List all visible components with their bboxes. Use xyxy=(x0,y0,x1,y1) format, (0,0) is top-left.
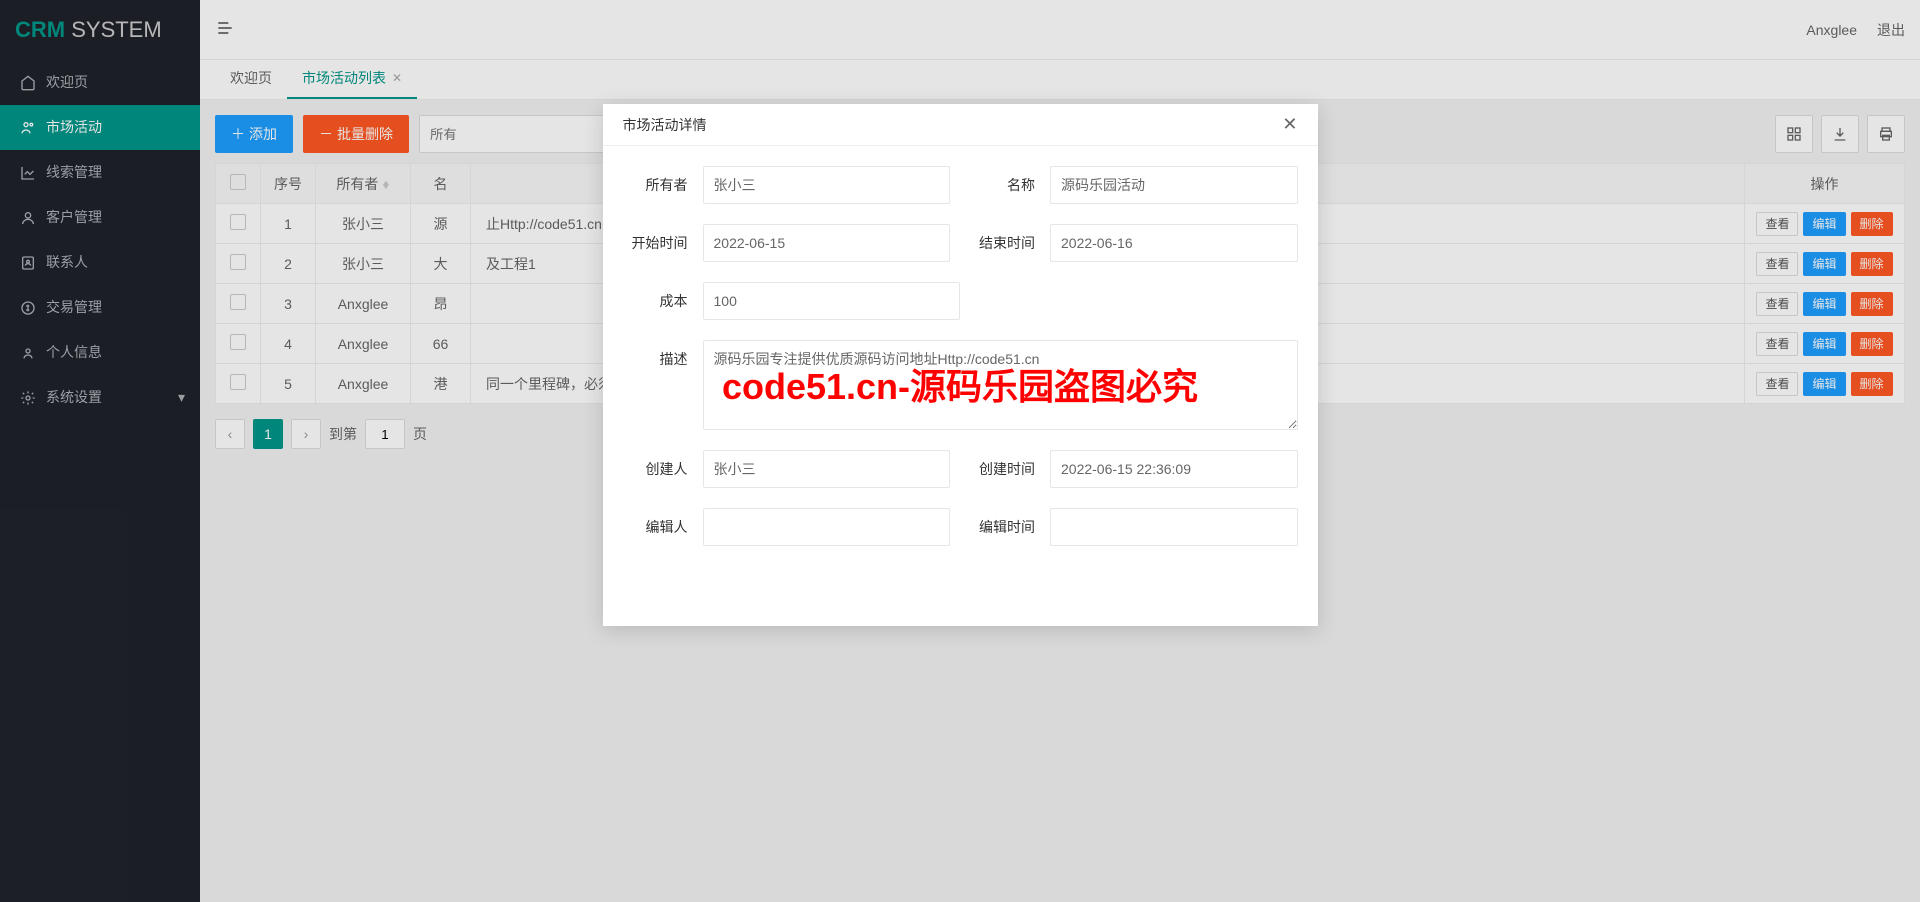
edit-time-label: 编辑时间 xyxy=(970,508,1050,546)
editor-field[interactable] xyxy=(703,508,951,546)
start-label: 开始时间 xyxy=(623,224,703,262)
owner-field[interactable] xyxy=(703,166,951,204)
modal-header: 市场活动详情 ✕ xyxy=(603,104,1318,146)
creator-field[interactable] xyxy=(703,450,951,488)
modal-overlay[interactable]: 市场活动详情 ✕ 所有者 名称 开始时间 结束时间 成本 描述 xyxy=(0,0,1920,902)
creator-label: 创建人 xyxy=(623,450,703,488)
create-time-field[interactable] xyxy=(1050,450,1298,488)
cost-label: 成本 xyxy=(623,282,703,320)
cost-field[interactable] xyxy=(703,282,961,320)
desc-label: 描述 xyxy=(623,340,703,430)
modal-body: 所有者 名称 开始时间 结束时间 成本 描述 创建人 创建时间 xyxy=(603,146,1318,626)
detail-modal: 市场活动详情 ✕ 所有者 名称 开始时间 结束时间 成本 描述 xyxy=(603,104,1318,626)
modal-title: 市场活动详情 xyxy=(623,115,707,135)
close-icon[interactable]: ✕ xyxy=(1282,114,1297,135)
owner-label: 所有者 xyxy=(623,166,703,204)
desc-field[interactable] xyxy=(703,340,1298,430)
editor-label: 编辑人 xyxy=(623,508,703,546)
create-time-label: 创建时间 xyxy=(970,450,1050,488)
start-time-field[interactable] xyxy=(703,224,951,262)
name-field[interactable] xyxy=(1050,166,1298,204)
end-label: 结束时间 xyxy=(970,224,1050,262)
name-label: 名称 xyxy=(970,166,1050,204)
edit-time-field[interactable] xyxy=(1050,508,1298,546)
end-time-field[interactable] xyxy=(1050,224,1298,262)
